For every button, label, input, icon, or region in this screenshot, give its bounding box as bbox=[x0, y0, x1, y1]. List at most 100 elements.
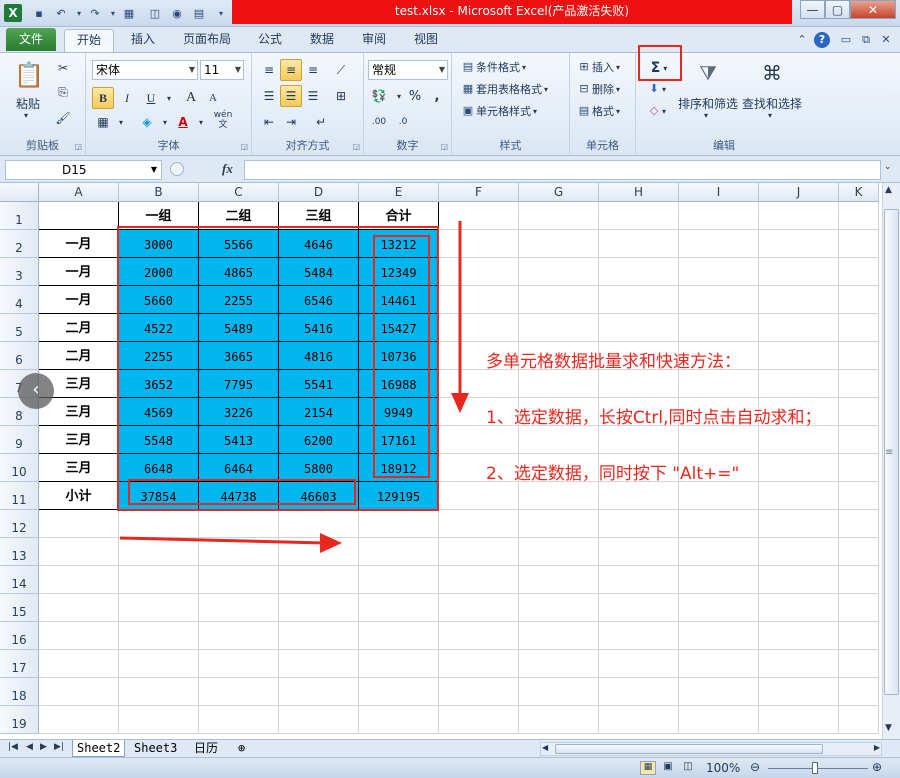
cell-h17[interactable] bbox=[599, 650, 679, 678]
insert-cells-button[interactable]: ⊞ 插入 ▾ bbox=[576, 59, 620, 75]
cell-b19[interactable] bbox=[119, 706, 199, 734]
align-center-icon[interactable]: ☰ bbox=[280, 85, 302, 107]
format-painter-icon[interactable]: 🖌 bbox=[52, 107, 74, 129]
minimize-workbook-icon[interactable]: ▭ bbox=[838, 32, 854, 48]
cell-d16[interactable] bbox=[279, 622, 359, 650]
cell-h16[interactable] bbox=[599, 622, 679, 650]
phonetic-button[interactable]: wén 文 bbox=[212, 109, 234, 131]
binoculars-icon[interactable]: ⌘ bbox=[754, 57, 790, 89]
customize-qat-icon[interactable]: ▾ bbox=[212, 4, 230, 22]
cell-styles-button[interactable]: ▣ 单元格样式 ▾ bbox=[460, 103, 537, 119]
horizontal-scrollbar[interactable]: ◀ ▶ bbox=[540, 742, 882, 756]
italic-button[interactable]: I bbox=[116, 87, 138, 109]
minimize-button[interactable]: — bbox=[800, 0, 825, 19]
scroll-down-icon[interactable]: ▼ bbox=[885, 723, 892, 733]
align-top-icon[interactable]: ≡ bbox=[258, 59, 280, 81]
scroll-up-icon[interactable]: ▲ bbox=[885, 185, 892, 195]
number-format-combo[interactable]: 常规 ▼ bbox=[368, 60, 448, 80]
paste-dropdown-icon[interactable]: ▾ bbox=[24, 111, 28, 120]
format-as-table-button[interactable]: ▦ 套用表格格式 ▾ bbox=[460, 81, 548, 97]
fill-button[interactable]: ⬇ ▾ bbox=[646, 81, 666, 97]
close-button[interactable]: ✕ bbox=[850, 0, 896, 19]
cell-c16[interactable] bbox=[199, 622, 279, 650]
zoom-level[interactable]: 100% bbox=[706, 761, 740, 775]
cell-a15[interactable] bbox=[39, 594, 119, 622]
alignment-launcher-icon[interactable]: ◲ bbox=[352, 142, 360, 151]
orientation-icon[interactable]: ⟋ bbox=[330, 59, 352, 81]
formula-input[interactable] bbox=[244, 160, 881, 180]
format-cells-button[interactable]: ▤ 格式 ▾ bbox=[576, 103, 620, 119]
bold-button[interactable]: B bbox=[92, 87, 114, 109]
find-dropdown-icon[interactable]: ▾ bbox=[768, 111, 772, 120]
currency-icon[interactable]: 💱 bbox=[368, 85, 390, 107]
page-break-view-icon[interactable]: ◫ bbox=[680, 761, 696, 775]
collapse-ribbon-icon[interactable]: ⌃ bbox=[794, 32, 810, 48]
cell-a18[interactable] bbox=[39, 678, 119, 706]
increase-indent-icon[interactable]: ⇥ bbox=[280, 111, 302, 133]
expand-formula-icon[interactable]: ⌄ bbox=[884, 162, 892, 172]
zoom-slider-track[interactable] bbox=[768, 768, 868, 769]
cell-a16[interactable] bbox=[39, 622, 119, 650]
cell-c15[interactable] bbox=[199, 594, 279, 622]
cell-i19[interactable] bbox=[679, 706, 759, 734]
print-preview-icon[interactable]: ◉ bbox=[168, 4, 186, 22]
normal-view-icon[interactable]: ▦ bbox=[640, 761, 656, 775]
cell-b16[interactable] bbox=[119, 622, 199, 650]
cell-k18[interactable] bbox=[839, 678, 879, 706]
row-header-19[interactable]: 19 bbox=[0, 706, 39, 734]
cell-h18[interactable] bbox=[599, 678, 679, 706]
cell-b15[interactable] bbox=[119, 594, 199, 622]
cell-a19[interactable] bbox=[39, 706, 119, 734]
align-left-icon[interactable]: ☰ bbox=[258, 85, 280, 107]
cell-f15[interactable] bbox=[439, 594, 519, 622]
font-launcher-icon[interactable]: ◲ bbox=[240, 142, 248, 151]
cell-g16[interactable] bbox=[519, 622, 599, 650]
scroll-right-icon[interactable]: ▶ bbox=[874, 743, 880, 752]
tab-insert[interactable]: 插入 bbox=[120, 29, 166, 52]
cell-j15[interactable] bbox=[759, 594, 839, 622]
cell-e16[interactable] bbox=[359, 622, 439, 650]
cell-d19[interactable] bbox=[279, 706, 359, 734]
table-icon[interactable]: ▦ bbox=[120, 4, 138, 22]
cell-b18[interactable] bbox=[119, 678, 199, 706]
cell-j18[interactable] bbox=[759, 678, 839, 706]
percent-button[interactable]: % bbox=[404, 85, 426, 107]
align-bottom-icon[interactable]: ≡ bbox=[302, 59, 324, 81]
tab-home[interactable]: 开始 bbox=[64, 29, 114, 52]
copy-icon[interactable]: ⎘ bbox=[52, 81, 74, 103]
first-sheet-icon[interactable]: |◀ bbox=[8, 742, 18, 752]
cell-j16[interactable] bbox=[759, 622, 839, 650]
cell-i15[interactable] bbox=[679, 594, 759, 622]
tab-page-layout[interactable]: 页面布局 bbox=[172, 29, 242, 52]
cell-d15[interactable] bbox=[279, 594, 359, 622]
prev-sheet-icon[interactable]: ◀ bbox=[26, 742, 33, 752]
cell-d18[interactable] bbox=[279, 678, 359, 706]
cell-h15[interactable] bbox=[599, 594, 679, 622]
autosum-button[interactable]: Σ ▾ bbox=[644, 59, 674, 77]
sheet-tab-calendar[interactable]: 日历 bbox=[190, 740, 222, 757]
row-header-16[interactable]: 16 bbox=[0, 622, 39, 650]
cell-i18[interactable] bbox=[679, 678, 759, 706]
cell-b17[interactable] bbox=[119, 650, 199, 678]
cell-d17[interactable] bbox=[279, 650, 359, 678]
row-header-15[interactable]: 15 bbox=[0, 594, 39, 622]
merge-center-icon[interactable]: ⊞ bbox=[330, 85, 352, 107]
cell-k19[interactable] bbox=[839, 706, 879, 734]
cell-i16[interactable] bbox=[679, 622, 759, 650]
grow-font-button[interactable]: A bbox=[180, 87, 202, 109]
zoom-in-icon[interactable]: ⊕ bbox=[872, 760, 882, 774]
insert-sheet-icon[interactable]: ⊕ bbox=[234, 740, 249, 757]
cell-f19[interactable] bbox=[439, 706, 519, 734]
find-select-label[interactable]: 查找和选择 bbox=[742, 95, 802, 112]
cell-a17[interactable] bbox=[39, 650, 119, 678]
excel-app-icon[interactable]: X bbox=[4, 4, 22, 22]
underline-dropdown-icon[interactable]: ▾ bbox=[158, 87, 180, 109]
redo-icon[interactable]: ↷ bbox=[86, 4, 104, 22]
cell-i17[interactable] bbox=[679, 650, 759, 678]
help-icon[interactable]: ? bbox=[814, 32, 830, 48]
worksheet-grid[interactable]: ABCDEFGHIJK 1234567891011121314151617181… bbox=[0, 183, 900, 739]
cell-k15[interactable] bbox=[839, 594, 879, 622]
delete-cells-button[interactable]: ⊟ 删除 ▾ bbox=[576, 81, 620, 97]
font-color-dropdown-icon[interactable]: ▾ bbox=[190, 111, 212, 133]
shrink-font-button[interactable]: A bbox=[202, 87, 224, 109]
